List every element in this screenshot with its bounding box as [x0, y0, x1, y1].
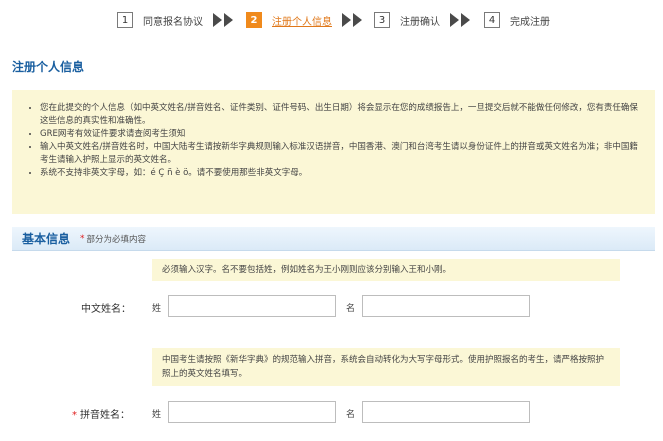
step-number: 3	[374, 12, 390, 28]
step-number: 2	[246, 12, 262, 28]
chinese-surname-label: 姓	[152, 304, 162, 314]
pinyin-name-label: 拼音姓名：	[80, 410, 130, 421]
pinyin-name-hint: 中国考生请按照《新华字典》的规范输入拼音，系统会自动转化为大写字母形式。使用护照…	[152, 348, 620, 386]
step-number: 1	[117, 12, 133, 28]
required-note: 部分为必填内容	[86, 234, 147, 245]
required-star: *	[72, 410, 77, 421]
pinyin-given-name-label: 名	[346, 410, 356, 420]
double-chevron-right-icon	[450, 13, 470, 27]
chinese-name-hint: 必须输入汉字。名不要包括姓，例如姓名为王小刚则应该分别输入王和小刚。	[152, 259, 620, 281]
registration-steps: 1 同意报名协议 2 注册个人信息 3 注册确认 4 完成注册	[0, 10, 663, 30]
step-label: 注册确认	[400, 16, 440, 28]
double-chevron-right-icon	[342, 13, 362, 27]
step-complete: 4 完成注册	[484, 10, 550, 30]
notice-item: GRE网考有效证件要求请查阅考生须知	[40, 128, 639, 141]
chinese-name-label: 中文姓名：	[81, 304, 131, 315]
step-agreement: 1 同意报名协议	[117, 10, 203, 30]
step-personal-info: 2 注册个人信息	[246, 10, 332, 30]
pinyin-name-label-wrap: * 拼音姓名：	[72, 406, 130, 421]
step-label: 完成注册	[510, 16, 550, 28]
notice-item: 输入中英文姓名/拼音姓名时，中国大陆考生请按新华字典规则输入标准汉语拼音，中国香…	[40, 141, 639, 167]
page-title: 注册个人信息	[12, 60, 85, 74]
chinese-surname-input[interactable]	[168, 295, 336, 317]
notice-item: 您在此提交的个人信息（如中英文姓名/拼音姓名、证件类别、证件号码、出生日期）将会…	[40, 102, 639, 128]
double-chevron-right-icon	[213, 13, 233, 27]
required-star: *	[80, 233, 85, 244]
chinese-given-name-label: 名	[346, 304, 356, 314]
step-number: 4	[484, 12, 500, 28]
step-confirm: 3 注册确认	[374, 10, 440, 30]
notice-list: 您在此提交的个人信息（如中英文姓名/拼音姓名、证件类别、证件号码、出生日期）将会…	[34, 102, 639, 180]
step-label: 同意报名协议	[143, 16, 203, 28]
chinese-given-name-input[interactable]	[362, 295, 530, 317]
pinyin-given-name-input[interactable]	[362, 401, 530, 423]
step-label: 注册个人信息	[272, 16, 332, 28]
pinyin-surname-label: 姓	[152, 410, 162, 420]
notice-box: 您在此提交的个人信息（如中英文姓名/拼音姓名、证件类别、证件号码、出生日期）将会…	[12, 90, 655, 214]
notice-item: 系统不支持非英文字母，如：é Ç ñ è ö。请不要使用那些非英文字母。	[40, 167, 639, 180]
section-title: 基本信息	[22, 232, 71, 246]
pinyin-surname-input[interactable]	[168, 401, 336, 423]
section-header-basic-info: 基本信息 * 部分为必填内容	[12, 227, 655, 251]
